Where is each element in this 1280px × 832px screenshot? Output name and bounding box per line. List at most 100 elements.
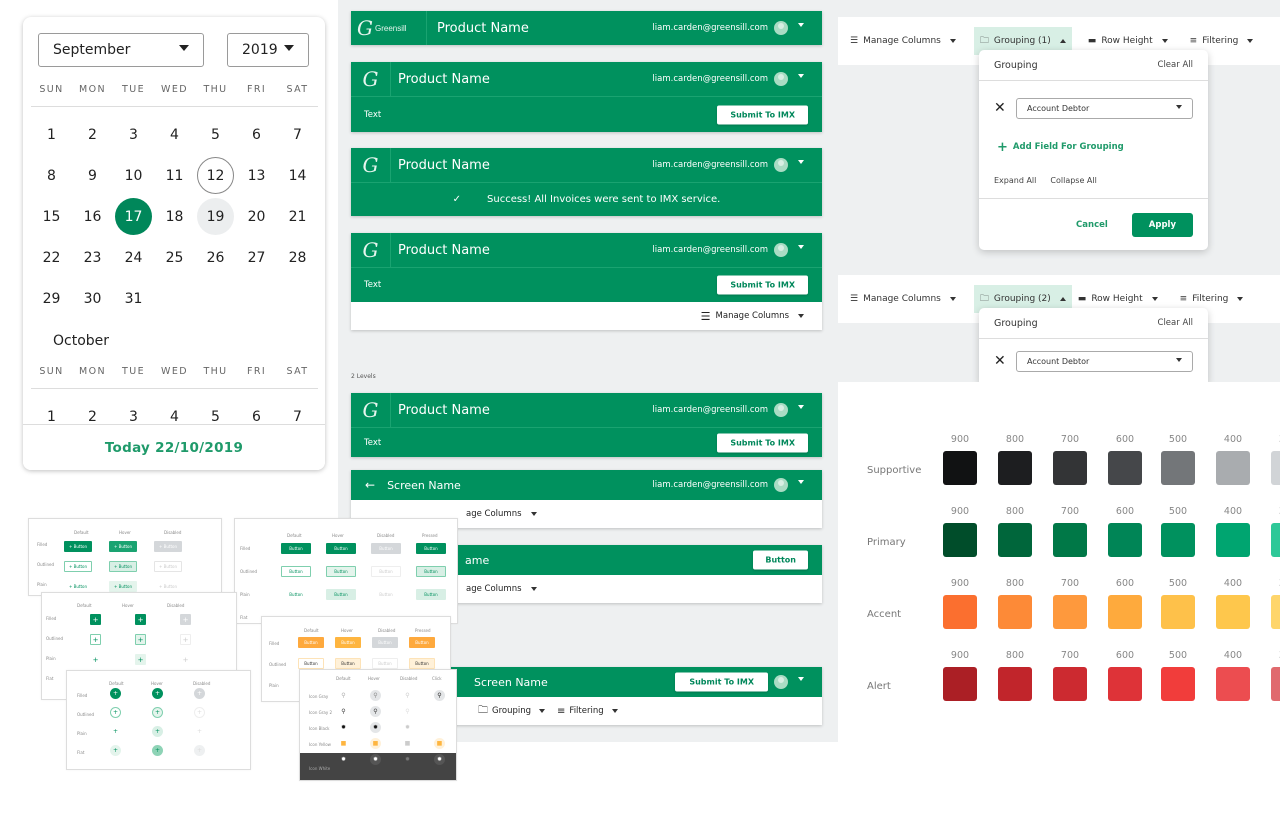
row-height-button[interactable]: ▬ Row Height <box>1082 30 1174 52</box>
sample-button[interactable]: Button <box>371 543 401 554</box>
day-cell[interactable]: 21 <box>277 196 318 237</box>
icon-button-circle[interactable]: + <box>194 688 205 699</box>
close-icon[interactable]: ✕ <box>994 100 1006 116</box>
user-menu[interactable]: liam.carden@greensill.com <box>652 393 804 427</box>
icon-button-circle[interactable]: + <box>152 726 163 737</box>
sample-button[interactable]: Button <box>335 658 361 669</box>
sample-button[interactable]: Button <box>298 658 324 669</box>
user-menu[interactable]: liam.carden@greensill.com <box>652 11 804 45</box>
day-cell[interactable]: 29 <box>31 278 72 319</box>
day-cell[interactable]: 4 <box>154 114 195 155</box>
day-cell[interactable]: 19 <box>195 196 236 237</box>
icon-button-circle[interactable]: + <box>194 726 205 737</box>
icon-button-circle[interactable]: + <box>110 707 121 718</box>
sample-button[interactable]: Button <box>281 566 311 577</box>
greensill-logo[interactable]: G <box>351 233 391 267</box>
day-cell[interactable]: 2 <box>72 114 113 155</box>
day-cell[interactable]: 14 <box>277 155 318 196</box>
day-cell[interactable]: 31 <box>113 278 154 319</box>
grouping-field-select[interactable]: Account Debtor <box>1016 97 1193 119</box>
sample-button[interactable]: + Button <box>154 541 182 552</box>
manage-columns-button[interactable]: age Columns <box>466 584 522 594</box>
submit-to-imx-button[interactable]: Submit To IMX <box>675 672 768 692</box>
sample-button[interactable]: Button <box>372 658 398 669</box>
close-icon[interactable]: ✕ <box>994 353 1006 369</box>
day-cell[interactable]: 15 <box>31 196 72 237</box>
day-cell[interactable]: 5 <box>195 114 236 155</box>
icon-button-square[interactable]: + <box>135 634 146 645</box>
apply-button[interactable]: Apply <box>1131 212 1193 237</box>
sample-button[interactable]: Button <box>335 637 361 648</box>
greensill-logo[interactable]: G <box>351 148 391 182</box>
today-link[interactable]: Today 22/10/2019 <box>23 424 325 470</box>
icon-button-circle[interactable]: + <box>152 688 163 699</box>
sample-button[interactable]: + Button <box>109 561 137 572</box>
manage-columns-button[interactable]: ☰ Manage Columns <box>844 288 962 310</box>
day-cell[interactable]: 24 <box>113 237 154 278</box>
header-action-button[interactable]: Button <box>753 550 808 570</box>
icon-button-square[interactable]: + <box>180 654 191 665</box>
day-cell[interactable]: 6 <box>236 114 277 155</box>
sample-button[interactable]: Button <box>371 589 401 600</box>
sample-button[interactable]: Button <box>371 566 401 577</box>
greensill-logo[interactable]: G <box>351 393 391 427</box>
day-cell[interactable]: 13 <box>236 155 277 196</box>
sample-button[interactable]: + Button <box>64 541 92 552</box>
user-menu[interactable]: liam.carden@greensill.com <box>652 62 804 96</box>
day-cell[interactable]: 9 <box>72 155 113 196</box>
icon-button-square[interactable]: + <box>90 634 101 645</box>
sample-button[interactable]: + Button <box>154 581 182 592</box>
collapse-all-button[interactable]: Collapse All <box>1050 176 1096 185</box>
icon-button-circle[interactable]: + <box>194 707 205 718</box>
day-cell[interactable]: 26 <box>195 237 236 278</box>
sample-button[interactable]: Button <box>281 589 311 600</box>
icon-button-square[interactable]: + <box>90 614 101 625</box>
day-cell[interactable]: 28 <box>277 237 318 278</box>
clear-all-button[interactable]: Clear All <box>1158 60 1193 70</box>
day-cell[interactable]: 25 <box>154 237 195 278</box>
sample-button[interactable]: Button <box>409 637 435 648</box>
submit-to-imx-button[interactable]: Submit To IMX <box>717 105 808 124</box>
user-menu[interactable] <box>774 667 804 697</box>
manage-columns-button[interactable]: age Columns <box>466 509 522 519</box>
icon-button-circle[interactable]: + <box>152 745 163 756</box>
icon-button-circle[interactable]: + <box>152 707 163 718</box>
day-cell[interactable]: 12 <box>195 155 236 196</box>
sample-button[interactable]: + Button <box>64 581 92 592</box>
sample-button[interactable]: + Button <box>154 561 182 572</box>
day-cell[interactable]: 18 <box>154 196 195 237</box>
sample-button[interactable]: Button <box>281 543 311 554</box>
icon-button-square[interactable]: + <box>90 654 101 665</box>
icon-button-square[interactable]: + <box>135 614 146 625</box>
sample-button[interactable]: Button <box>326 566 356 577</box>
day-cell[interactable]: 20 <box>236 196 277 237</box>
manage-columns-button[interactable]: Manage Columns <box>716 311 789 321</box>
sample-button[interactable]: Button <box>416 589 446 600</box>
submit-to-imx-button[interactable]: Submit To IMX <box>717 275 808 295</box>
grouping-field-select[interactable]: Account Debtor <box>1016 350 1193 372</box>
sample-button[interactable]: Button <box>409 658 435 669</box>
clear-all-button[interactable]: Clear All <box>1158 318 1193 328</box>
user-menu[interactable]: liam.carden@greensill.com <box>652 233 804 267</box>
day-cell[interactable]: 23 <box>72 237 113 278</box>
icon-button-circle[interactable]: + <box>110 688 121 699</box>
submit-to-imx-button[interactable]: Submit To IMX <box>717 433 808 452</box>
sample-button[interactable]: + Button <box>109 581 137 592</box>
day-cell[interactable]: 30 <box>72 278 113 319</box>
greensill-logo[interactable]: G <box>351 62 391 96</box>
day-cell[interactable]: 3 <box>113 114 154 155</box>
greensill-logo[interactable]: G Greensill <box>351 11 427 45</box>
cancel-button[interactable]: Cancel <box>1076 220 1108 230</box>
sample-button[interactable]: + Button <box>64 561 92 572</box>
row-height-button[interactable]: ▬ Row Height <box>1072 288 1164 310</box>
filtering-button[interactable]: ≡ Filtering <box>1174 288 1250 310</box>
manage-columns-button[interactable]: ☰ Manage Columns <box>844 30 962 52</box>
sample-button[interactable]: + Button <box>109 541 137 552</box>
day-cell[interactable]: 27 <box>236 237 277 278</box>
filtering-button[interactable]: ≡ Filtering <box>1184 30 1260 52</box>
user-menu[interactable]: liam.carden@greensill.com <box>652 148 804 182</box>
sample-button[interactable]: Button <box>326 543 356 554</box>
icon-button-square[interactable]: + <box>135 654 146 665</box>
day-cell[interactable]: 10 <box>113 155 154 196</box>
day-cell[interactable]: 16 <box>72 196 113 237</box>
